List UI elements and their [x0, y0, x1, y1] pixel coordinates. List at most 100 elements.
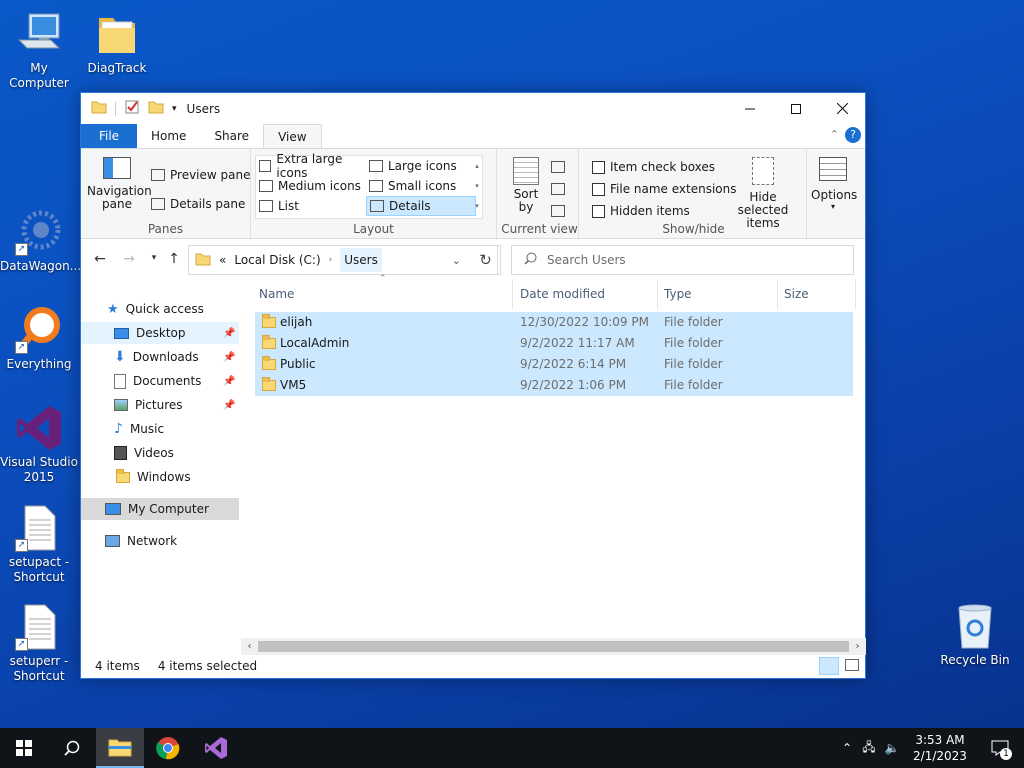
pin-icon[interactable]: 📌 — [223, 352, 235, 363]
table-row[interactable]: elijah 12/30/2022 10:09 PM File folder — [255, 312, 853, 333]
layout-extra-large-icons[interactable]: Extra large icons — [256, 152, 364, 180]
minimize-button[interactable] — [727, 93, 773, 124]
table-row[interactable]: Public 9/2/2022 6:14 PM File folder — [255, 354, 853, 375]
file-type: File folder — [664, 357, 723, 371]
tab-share[interactable]: Share — [200, 124, 263, 148]
taskbar-visual-studio[interactable] — [192, 728, 240, 768]
pin-icon[interactable]: 📌 — [223, 400, 235, 411]
nav-documents[interactable]: Documents 📌 — [81, 370, 239, 392]
layout-medium-icons[interactable]: Medium icons — [256, 176, 364, 196]
nav-pictures[interactable]: Pictures 📌 — [81, 394, 239, 416]
clock-time: 3:53 AM — [915, 733, 965, 747]
up-button[interactable]: ↑ — [164, 251, 184, 267]
group-label-panes: Panes — [147, 222, 184, 236]
desktop-icon-datawagon[interactable]: ➚ DataWagon... — [0, 208, 81, 274]
desktop-icon-setuperr[interactable]: ➚ setuperr - Shortcut — [0, 603, 78, 684]
nav-downloads[interactable]: ⬇ Downloads 📌 — [81, 346, 239, 368]
table-row[interactable]: LocalAdmin 9/2/2022 11:17 AM File folder — [255, 333, 853, 354]
help-icon[interactable]: ? — [845, 127, 861, 143]
breadcrumb-users[interactable]: Users — [340, 248, 382, 272]
navigation-pane-button[interactable]: Navigation pane — [87, 157, 152, 211]
desktop-icon-setupact[interactable]: ➚ setupact - Shortcut — [0, 504, 78, 585]
network-status-icon[interactable]: 🖧 — [858, 738, 880, 759]
search-input[interactable]: Search Users — [511, 245, 854, 275]
nav-windows[interactable]: Windows — [81, 466, 239, 488]
scroll-left-icon[interactable]: ‹ — [241, 638, 258, 655]
collapse-ribbon-chevron-icon[interactable]: ⌃ — [830, 128, 839, 141]
pin-icon[interactable]: 📌 — [223, 328, 235, 339]
nav-my-computer[interactable]: My Computer — [81, 498, 239, 520]
recent-locations-chevron-icon[interactable]: ▾ — [144, 253, 164, 263]
breadcrumb-local-disk[interactable]: Local Disk (C:) — [234, 253, 320, 267]
item-check-boxes-toggle[interactable]: Item check boxes — [592, 160, 715, 174]
desktop-icon-diagtrack[interactable]: DiagTrack — [78, 10, 156, 76]
nav-desktop[interactable]: Desktop 📌 — [81, 322, 239, 344]
hidden-items-toggle[interactable]: Hidden items — [592, 204, 690, 218]
nav-videos[interactable]: Videos — [81, 442, 239, 464]
layout-gallery-scroll[interactable]: ▴ ▾ ▾ — [472, 156, 482, 218]
hide-selected-items-button[interactable]: Hide selected items — [725, 157, 801, 230]
clock[interactable]: 3:53 AM 2/1/2023 — [904, 732, 976, 764]
title-bar: ▾ Users — [81, 93, 865, 124]
close-button[interactable] — [819, 93, 865, 124]
nav-music[interactable]: ♪ Music — [81, 418, 239, 440]
preview-pane-button[interactable]: Preview pane — [151, 168, 250, 182]
column-header-size[interactable]: Size — [780, 279, 856, 309]
tab-home[interactable]: Home — [137, 124, 200, 148]
action-center-button[interactable]: 1 — [976, 728, 1024, 768]
properties-icon[interactable] — [124, 99, 140, 118]
group-by-icon[interactable] — [551, 161, 565, 173]
maximize-button[interactable] — [773, 93, 819, 124]
nav-network[interactable]: Network — [81, 530, 239, 552]
scrollbar-thumb[interactable] — [258, 641, 849, 652]
tab-view[interactable]: View — [263, 124, 322, 148]
sort-by-icon — [513, 157, 539, 185]
address-bar[interactable]: « Local Disk (C:) › Users ⌄ — [188, 245, 498, 275]
address-overflow[interactable]: « — [219, 253, 226, 267]
layout-details[interactable]: Details — [366, 196, 476, 216]
size-columns-icon[interactable] — [551, 205, 565, 217]
add-columns-icon[interactable] — [551, 183, 565, 195]
column-header-date-modified[interactable]: Date modified — [516, 279, 658, 309]
table-row[interactable]: VM5 9/2/2022 1:06 PM File folder — [255, 375, 853, 396]
checkbox-icon — [592, 204, 605, 218]
pin-icon[interactable]: 📌 — [223, 376, 235, 387]
details-view-icon[interactable] — [819, 657, 839, 675]
back-button[interactable]: ← — [90, 251, 110, 267]
start-button[interactable] — [0, 728, 48, 768]
layout-large-icons[interactable]: Large icons — [366, 156, 474, 176]
new-folder-icon[interactable] — [148, 99, 164, 118]
forward-button[interactable]: → — [119, 251, 139, 267]
desktop-icon-recycle-bin[interactable]: Recycle Bin — [936, 602, 1014, 668]
scroll-right-icon[interactable]: › — [849, 638, 866, 655]
layout-small-icons[interactable]: Small icons — [366, 176, 474, 196]
nav-quick-access[interactable]: ★ Quick access — [107, 298, 237, 320]
column-header-type[interactable]: Type — [660, 279, 778, 309]
details-pane-button[interactable]: Details pane — [151, 197, 245, 211]
desktop-icon-my-computer[interactable]: My Computer — [0, 10, 78, 91]
refresh-button[interactable]: ↻ — [471, 245, 501, 275]
column-header-name[interactable]: Name — [255, 279, 513, 309]
options-button[interactable]: Options ▾ — [811, 157, 857, 211]
taskbar-file-explorer[interactable] — [96, 728, 144, 768]
horizontal-scrollbar[interactable]: ‹ › — [241, 638, 866, 655]
search-button[interactable] — [48, 728, 96, 768]
file-name: VM5 — [280, 378, 307, 392]
file-name-extensions-toggle[interactable]: File name extensions — [592, 182, 737, 196]
file-type: File folder — [664, 315, 723, 329]
group-layout: Extra large icons Large icons Medium ico… — [251, 149, 497, 240]
address-history-chevron-icon[interactable]: ⌄ — [452, 254, 461, 267]
options-dropdown-icon: ▾ — [830, 202, 835, 211]
large-icons-view-icon[interactable] — [845, 659, 859, 671]
tab-file[interactable]: File — [81, 124, 137, 148]
shortcut-arrow-icon: ➚ — [15, 638, 28, 651]
desktop-icon-everything[interactable]: ➚ Everything — [0, 306, 78, 372]
taskbar-chrome[interactable] — [144, 728, 192, 768]
desktop-icon-visual-studio[interactable]: Visual Studio 2015 — [0, 404, 78, 485]
folder-icon — [91, 99, 107, 118]
volume-icon[interactable]: 🔈 — [880, 741, 904, 755]
customize-qat-chevron-icon[interactable]: ▾ — [172, 104, 177, 114]
show-hidden-icons-chevron-icon[interactable]: ⌃ — [836, 741, 858, 755]
layout-list[interactable]: List — [256, 196, 364, 216]
sort-by-button[interactable]: Sort by — [509, 157, 543, 214]
